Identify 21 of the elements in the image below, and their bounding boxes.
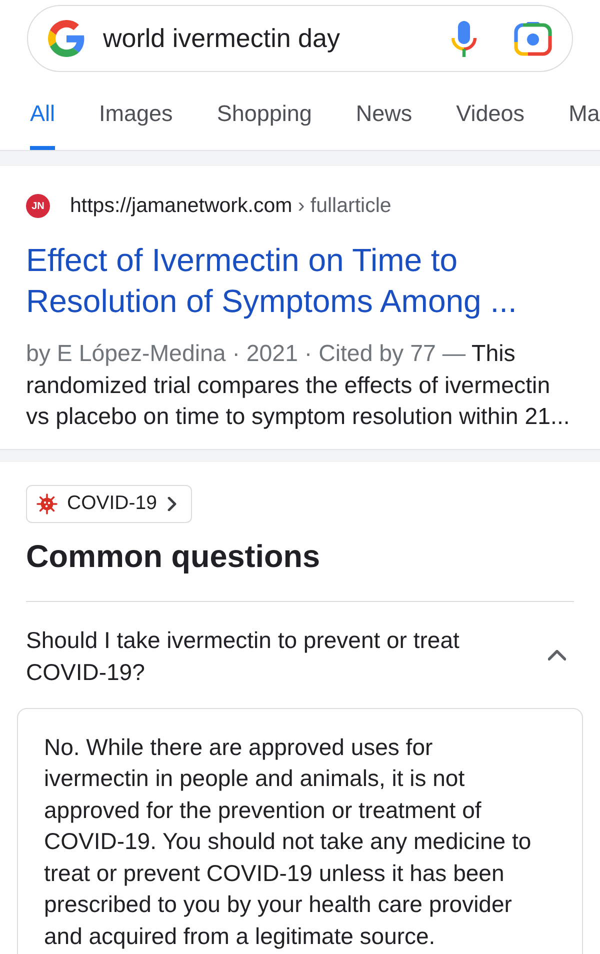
site-favicon: JN (26, 194, 50, 218)
microphone-icon[interactable] (450, 20, 478, 56)
google-logo-icon (48, 20, 85, 57)
search-tab[interactable]: Ma (568, 101, 600, 150)
question-row[interactable]: Should I take ivermectin to prevent or treat COVID-19? (26, 624, 574, 688)
search-bar[interactable]: world ivermectin day (27, 5, 573, 72)
search-field[interactable]: world ivermectin day (103, 20, 450, 56)
virus-icon (36, 492, 58, 514)
camera-icon[interactable] (514, 22, 552, 56)
topic-chip[interactable]: COVID-19 (26, 484, 192, 522)
result-snippet: by E López-Medina · 2021 · Cited by 77 — This randomized trial compares the effects of ivermectin vs placebo on time to symptom resolution within 21... (26, 339, 571, 431)
chevron-right-icon (166, 496, 177, 510)
section-heading: Common questions (26, 536, 322, 576)
chevron-up-icon (548, 649, 566, 662)
result-title-link[interactable]: Effect of Ivermectin on Time to Resolution of Symptoms Among ... (26, 240, 574, 322)
search-tab[interactable]: Images (99, 101, 173, 150)
result-url[interactable]: https://jamanetwork.com › fullarticle (70, 194, 392, 218)
search-tab[interactable]: Videos (456, 101, 525, 150)
search-tab[interactable]: News (356, 101, 412, 150)
answer-text: No. While there are approved uses for ivermectin in people and animals, it is not approved for the prevention or treatment of COVID-19. You should not take any medicine to treat or prevent COVID-19 unless it has been prescribed to you by your health care provider and acquired from a legitimate source. (44, 732, 532, 951)
search-tab[interactable]: Shopping (216, 101, 312, 150)
